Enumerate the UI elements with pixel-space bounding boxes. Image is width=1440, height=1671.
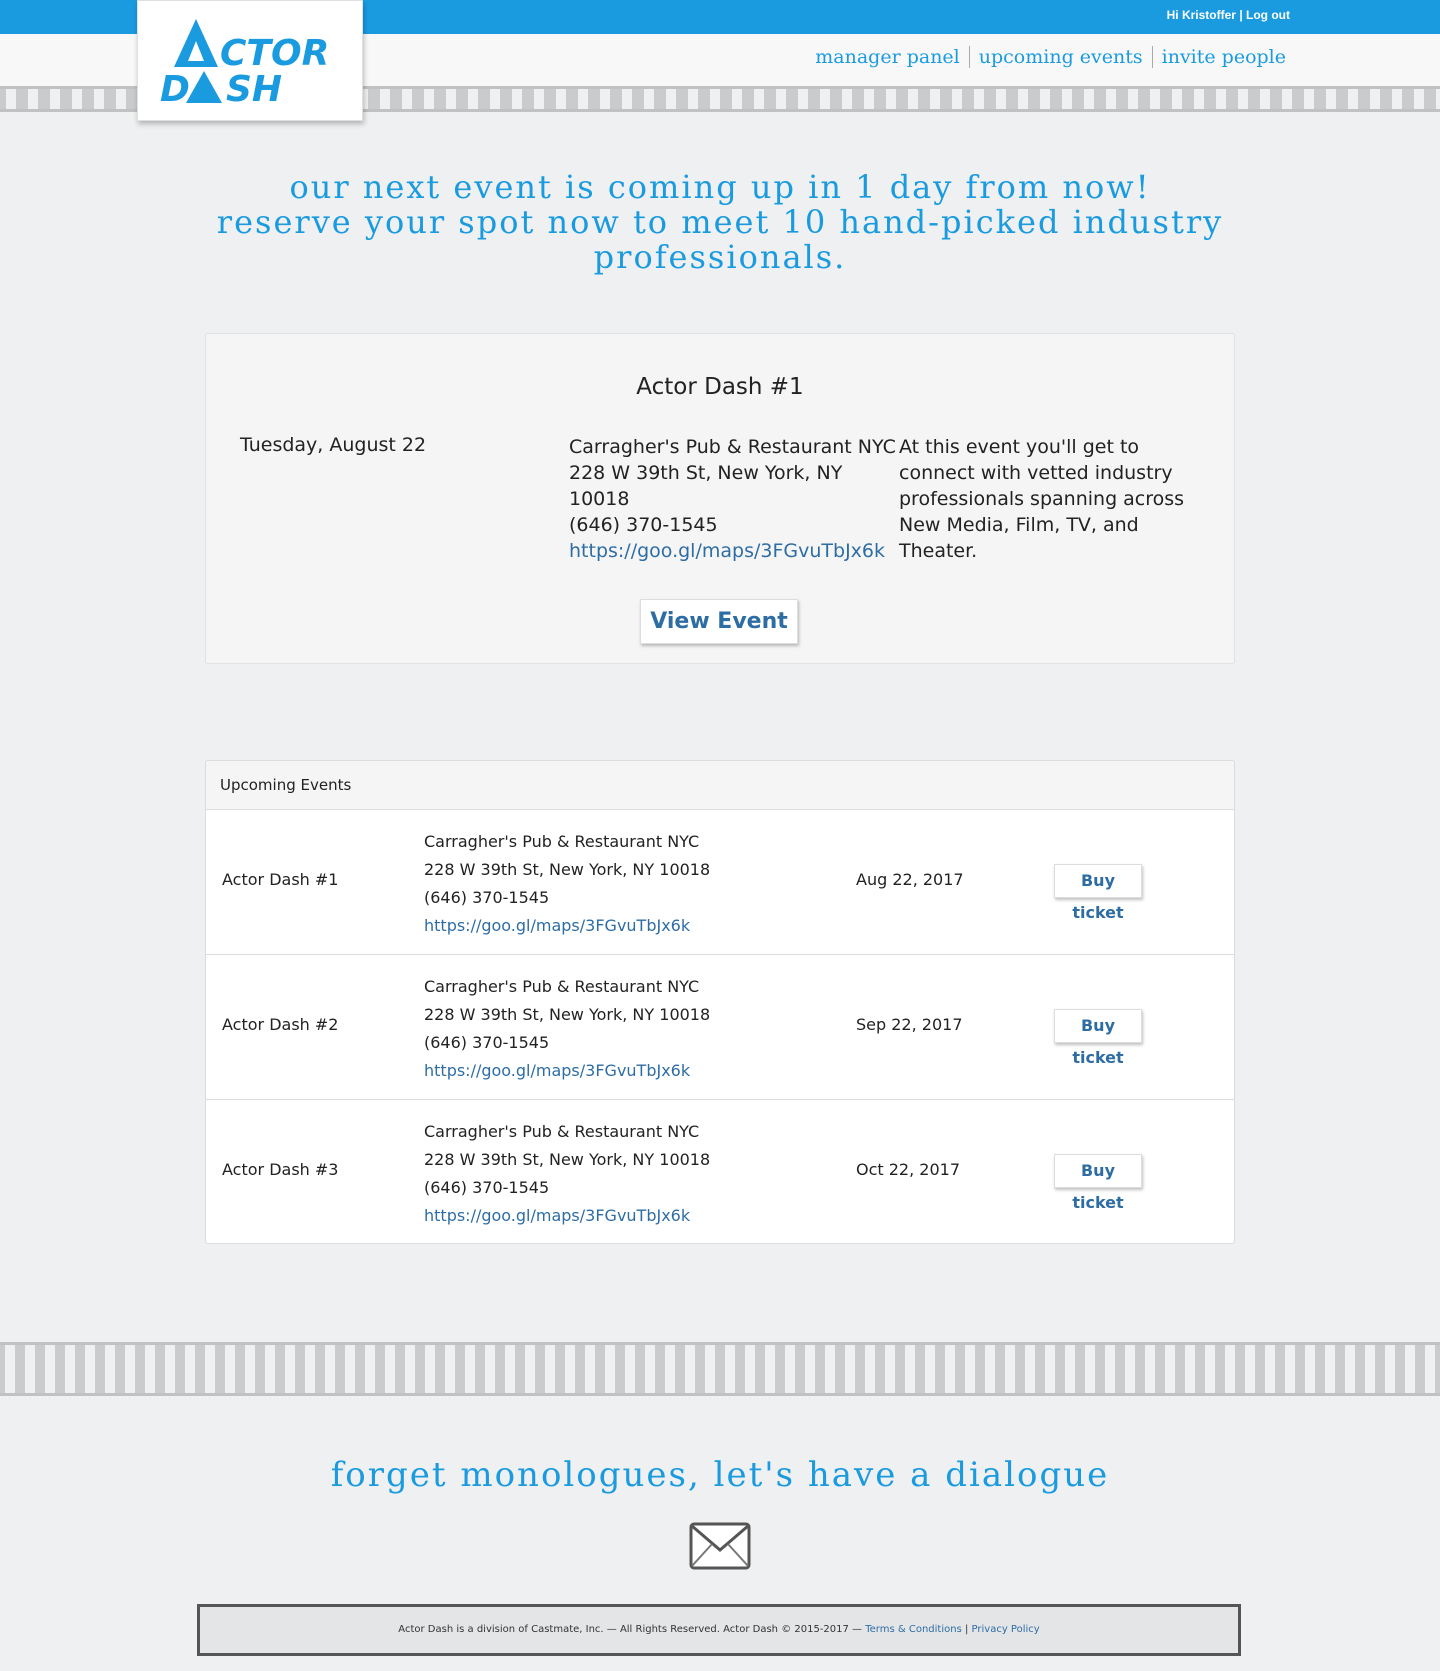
mail-icon[interactable] <box>688 1520 752 1576</box>
nav-invite-people[interactable]: invite people <box>1153 46 1295 68</box>
event-date: Aug 22, 2017 <box>856 870 964 889</box>
event-location: Carragher's Pub & Restaurant NYC 228 W 3… <box>424 1118 710 1230</box>
user-menu: Hi Kristoffer | Log out <box>1167 8 1290 22</box>
logo-line2-end: SH <box>226 69 282 105</box>
logout-link[interactable]: Log out <box>1246 8 1290 22</box>
view-event-button[interactable]: View Event <box>640 599 798 644</box>
table-row: Actor Dash #3 Carragher's Pub & Restaura… <box>206 1100 1234 1243</box>
featured-event-description: At this event you'll get to connect with… <box>899 436 1185 562</box>
buy-ticket-button[interactable]: Buy ticket <box>1054 1154 1142 1212</box>
venue-address: 228 W 39th St, New York, NY 10018 <box>424 860 711 879</box>
featured-event-card: Actor Dash #1 Tuesday, August 22 Carragh… <box>205 333 1235 664</box>
logo[interactable]: CTOR D SH <box>137 0 363 121</box>
featured-event-venue: Carragher's Pub & Restaurant NYC 228 W 3… <box>569 434 899 564</box>
logo-line2-start: D <box>160 69 190 105</box>
venue-phone: (646) 370-1545 <box>424 1178 550 1197</box>
event-date: Oct 22, 2017 <box>856 1160 960 1179</box>
venue-address: 228 W 39th St, New York, NY 10018 <box>424 1005 711 1024</box>
main-nav: manager panel upcoming events invite peo… <box>806 46 1295 68</box>
venue-map-link[interactable]: https://goo.gl/maps/3FGvuTbJx6k <box>424 1061 690 1080</box>
venue-phone: (646) 370-1545 <box>424 1033 550 1052</box>
buy-ticket-button[interactable]: Buy ticket <box>1054 1009 1142 1067</box>
footer-copyright: Actor Dash is a division of Castmate, In… <box>398 1624 863 1635</box>
buy-ticket-button[interactable]: Buy ticket <box>1054 864 1142 922</box>
venue-phone: (646) 370-1545 <box>569 514 718 536</box>
hero-line-1: our next event is coming up in 1 day fro… <box>289 168 1151 206</box>
footer: Actor Dash is a division of Castmate, In… <box>197 1604 1241 1656</box>
logo-line1: CTOR <box>220 33 329 74</box>
hero-line-2: reserve your spot now to meet 10 hand-pi… <box>216 203 1224 276</box>
venue-address: 228 W 39th St, New York, NY 10018 <box>569 462 843 510</box>
event-location: Carragher's Pub & Restaurant NYC 228 W 3… <box>424 973 710 1085</box>
venue-phone: (646) 370-1545 <box>424 888 550 907</box>
nav-manager-panel[interactable]: manager panel <box>806 46 969 68</box>
venue-map-link[interactable]: https://goo.gl/maps/3FGvuTbJx6k <box>424 1206 690 1225</box>
venue-name: Carragher's Pub & Restaurant NYC <box>424 977 700 996</box>
event-name: Actor Dash #3 <box>222 1160 339 1179</box>
upcoming-events-panel: Upcoming Events Actor Dash #1 Carragher'… <box>205 760 1235 1244</box>
hero-heading: our next event is coming up in 1 day fro… <box>200 170 1240 275</box>
featured-event-date: Tuesday, August 22 <box>240 434 427 456</box>
tagline: forget monologues, let's have a dialogue <box>330 1455 1110 1495</box>
nav-upcoming-events[interactable]: upcoming events <box>970 46 1152 68</box>
event-date: Sep 22, 2017 <box>856 1015 963 1034</box>
table-row: Actor Dash #2 Carragher's Pub & Restaura… <box>206 955 1234 1100</box>
terms-link[interactable]: Terms & Conditions <box>865 1624 962 1635</box>
user-menu-divider: | <box>1239 8 1243 22</box>
greeting-text: Hi Kristoffer <box>1166 8 1236 22</box>
venue-name: Carragher's Pub & Restaurant NYC <box>424 1122 700 1141</box>
featured-event-title: Actor Dash #1 <box>636 374 804 400</box>
event-name: Actor Dash #2 <box>222 1015 339 1034</box>
venue-name: Carragher's Pub & Restaurant NYC <box>424 832 700 851</box>
event-location: Carragher's Pub & Restaurant NYC 228 W 3… <box>424 828 710 940</box>
table-row: Actor Dash #1 Carragher's Pub & Restaura… <box>206 810 1234 955</box>
venue-map-link[interactable]: https://goo.gl/maps/3FGvuTbJx6k <box>569 540 885 562</box>
venue-map-link[interactable]: https://goo.gl/maps/3FGvuTbJx6k <box>424 916 690 935</box>
filmstrip-divider-bottom <box>0 1342 1440 1396</box>
logo-dash-triangle <box>186 71 222 103</box>
event-name: Actor Dash #1 <box>222 870 339 889</box>
upcoming-events-heading: Upcoming Events <box>206 761 1234 810</box>
footer-divider: | <box>964 1624 969 1635</box>
privacy-link[interactable]: Privacy Policy <box>972 1624 1040 1635</box>
venue-name: Carragher's Pub & Restaurant NYC <box>569 436 896 458</box>
venue-address: 228 W 39th St, New York, NY 10018 <box>424 1150 711 1169</box>
actor-dash-logo: CTOR D SH <box>160 19 329 105</box>
